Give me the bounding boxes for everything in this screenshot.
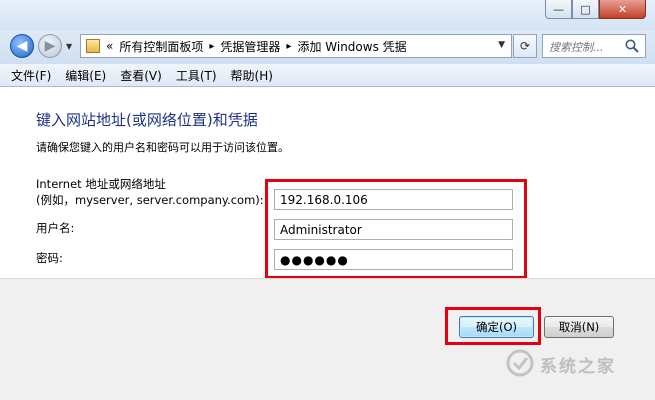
ok-button[interactable]: 确定(O) — [459, 316, 534, 338]
menu-view[interactable]: 查看(V) — [113, 67, 169, 84]
watermark-logo-icon — [506, 349, 534, 377]
page-description: 请确保您键入的用户名和密码可以用于访问该位置。 — [36, 141, 289, 154]
breadcrumb-all-control-panel-items[interactable]: 所有控制面板项 — [119, 38, 203, 55]
address-dropdown-icon[interactable]: ▼ — [498, 40, 505, 50]
menu-file[interactable]: 文件(F) — [4, 67, 58, 84]
username-field[interactable] — [274, 219, 513, 240]
address-field[interactable] — [274, 189, 513, 210]
control-panel-icon — [86, 39, 100, 53]
recent-pages-dropdown-icon[interactable]: ▼ — [66, 42, 72, 51]
search-box[interactable] — [542, 34, 646, 58]
maximize-button[interactable]: □ — [572, 0, 599, 19]
address-label: Internet 地址或网络地址 (例如，myserver, server.co… — [36, 176, 264, 208]
forward-button[interactable]: ▶ — [38, 34, 62, 58]
button-area — [0, 279, 655, 400]
search-input[interactable] — [547, 36, 626, 58]
title-bar: — □ ✕ — [0, 0, 655, 30]
page-title: 键入网站地址(或网络位置)和凭据 — [36, 111, 258, 129]
search-icon[interactable] — [624, 38, 640, 54]
navigation-bar: ◀ ▶ ▼ « 所有控制面板项 ▸ 凭据管理器 ▸ 添加 Windows 凭据 … — [0, 30, 655, 64]
forward-arrow-icon: ▶ — [44, 38, 56, 54]
menu-bar: 文件(F) 编辑(E) 查看(V) 工具(T) 帮助(H) — [0, 64, 655, 87]
breadcrumb-separator-icon[interactable]: ▸ — [209, 41, 214, 52]
close-button[interactable]: ✕ — [599, 0, 646, 19]
username-label: 用户名: — [36, 221, 75, 235]
breadcrumb-separator-icon[interactable]: ▸ — [286, 41, 291, 52]
breadcrumb-add-windows-credential[interactable]: 添加 Windows 凭据 — [297, 38, 406, 55]
minimize-button[interactable]: — — [545, 0, 572, 19]
cancel-button[interactable]: 取消(N) — [544, 316, 614, 338]
refresh-button[interactable]: ⟳ — [513, 34, 537, 58]
address-label-line1: Internet 地址或网络地址 — [36, 177, 166, 191]
refresh-icon: ⟳ — [519, 39, 531, 53]
menu-help[interactable]: 帮助(H) — [224, 67, 280, 84]
back-arrow-icon: ◀ — [16, 38, 28, 54]
watermark-text: 系统之家 — [540, 357, 616, 377]
breadcrumb-credential-manager[interactable]: 凭据管理器 — [220, 38, 280, 55]
address-label-line2: (例如，myserver, server.company.com): — [36, 193, 264, 207]
menu-tools[interactable]: 工具(T) — [169, 67, 224, 84]
menu-edit[interactable]: 编辑(E) — [58, 67, 113, 84]
password-field[interactable] — [274, 249, 513, 270]
back-button[interactable]: ◀ — [10, 34, 34, 58]
password-label: 密码: — [36, 251, 63, 265]
address-bar[interactable]: « 所有控制面板项 ▸ 凭据管理器 ▸ 添加 Windows 凭据 ▼ — [80, 34, 512, 58]
breadcrumb-overflow[interactable]: « — [106, 39, 113, 53]
